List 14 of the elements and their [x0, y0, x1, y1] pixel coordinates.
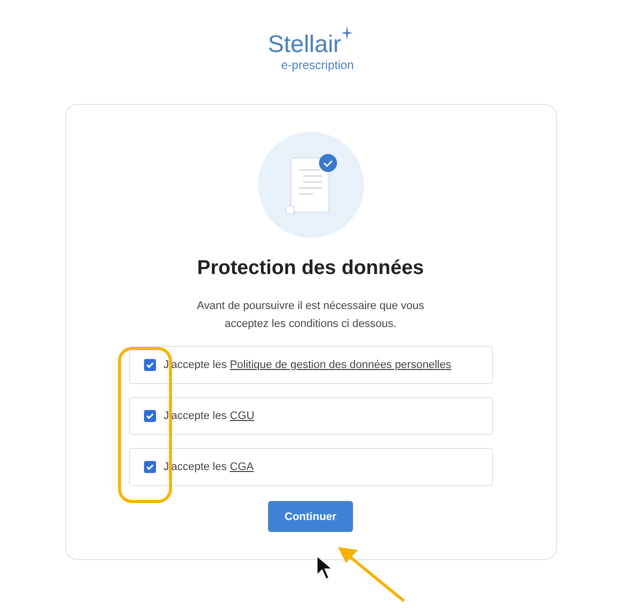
checkbox[interactable] [144, 461, 156, 473]
sparkle-icon [341, 26, 354, 40]
consent-link[interactable]: Politique de gestion des données personelles [230, 359, 452, 371]
page-title: Protection des données [197, 257, 424, 280]
consent-link[interactable]: CGU [230, 410, 254, 422]
cursor-icon [316, 555, 334, 581]
consent-link[interactable]: CGA [230, 461, 254, 473]
intro-text: Avant de poursuivre il est nécessaire que vous acceptez les conditions ci dessous. [196, 299, 426, 332]
logo-name: Stellair [268, 32, 342, 58]
continue-button[interactable]: Continuer [268, 501, 353, 532]
checkbox[interactable] [144, 410, 156, 422]
arrow-annotation [336, 544, 408, 604]
logo-subtitle: e-prescription [281, 58, 354, 72]
checkbox[interactable] [144, 359, 156, 371]
